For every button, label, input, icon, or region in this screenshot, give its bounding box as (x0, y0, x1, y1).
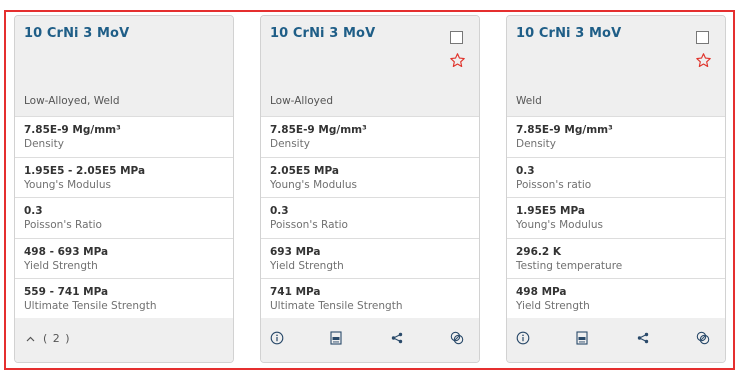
property-row: 498 MPa Yield Strength (507, 279, 725, 320)
property-label: Yield Strength (270, 259, 344, 272)
property-row: 0.3 Poisson's Ratio (261, 198, 479, 239)
property-value: 498 - 693 MPa (24, 245, 109, 258)
favorite-star-icon[interactable] (449, 52, 466, 69)
property-value: 7.85E-9 Mg/mm³ (516, 124, 613, 136)
material-card[interactable]: 10 CrNi 3 MoV Weld 7.85E-9 Mg/mm³ Densit… (506, 15, 726, 363)
property-value: 0.3 (270, 205, 289, 218)
card-header: 10 CrNi 3 MoV Low-Alloyed (261, 16, 479, 117)
property-label: Density (24, 138, 64, 150)
property-label: Yield Strength (24, 259, 98, 272)
card-footer: ( 2 ) (15, 318, 233, 362)
property-row: 2.05E5 MPa Young's Modulus (261, 158, 479, 199)
property-row: 693 MPa Yield Strength (261, 239, 479, 280)
variant-count: ( 2 ) (43, 332, 71, 345)
card-header: 10 CrNi 3 MoV Weld (507, 16, 725, 117)
property-value: 559 - 741 MPa (24, 286, 109, 299)
property-value: 7.85E-9 Mg/mm³ (24, 124, 121, 136)
property-value: 0.3 (516, 164, 535, 177)
property-row: 741 MPa Ultimate Tensile Strength (261, 279, 479, 320)
property-row: 1.95E5 - 2.05E5 MPa Young's Modulus (15, 158, 233, 199)
material-card[interactable]: 10 CrNi 3 MoV Low-Alloyed, Weld 7.85E-9 … (14, 15, 234, 363)
property-label: Poisson's Ratio (270, 219, 348, 232)
property-row: 7.85E-9 Mg/mm³ Density (261, 117, 479, 158)
card-title[interactable]: 10 CrNi 3 MoV (24, 26, 129, 41)
property-label: Density (516, 138, 556, 150)
property-row: 559 - 741 MPa Ultimate Tensile Strength (15, 279, 233, 320)
property-label: Poisson's Ratio (24, 219, 102, 232)
card-footer (507, 318, 725, 362)
property-value: 7.85E-9 Mg/mm³ (270, 124, 367, 136)
property-value: 741 MPa (270, 286, 321, 299)
chevron-up-icon (26, 334, 35, 345)
property-value: 693 MPa (270, 245, 321, 258)
property-label: Density (270, 138, 310, 150)
property-label: Young's Modulus (516, 219, 603, 232)
card-title[interactable]: 10 CrNi 3 MoV (270, 26, 375, 41)
compare-checkbox[interactable] (450, 31, 463, 44)
property-row: 0.3 Poisson's ratio (507, 158, 725, 199)
card-subtitle: Low-Alloyed (270, 95, 334, 107)
expand-variants-toggle[interactable]: ( 2 ) (26, 332, 71, 345)
property-label: Young's Modulus (270, 178, 357, 191)
property-label: Ultimate Tensile Strength (24, 300, 157, 313)
property-value: 296.2 K (516, 245, 562, 258)
property-label: Poisson's ratio (516, 178, 592, 191)
property-row: 1.95E5 MPa Young's Modulus (507, 198, 725, 239)
property-row: 7.85E-9 Mg/mm³ Density (507, 117, 725, 158)
favorite-star-icon[interactable] (695, 52, 712, 69)
property-row: 498 - 693 MPa Yield Strength (15, 239, 233, 280)
card-footer (261, 318, 479, 362)
material-card[interactable]: 10 CrNi 3 MoV Low-Alloyed 7.85E-9 Mg/mm³… (260, 15, 480, 363)
card-title[interactable]: 10 CrNi 3 MoV (516, 26, 621, 41)
property-value: 2.05E5 MPa (270, 164, 339, 177)
pdf-icon[interactable] (575, 331, 589, 345)
info-icon[interactable] (516, 331, 530, 345)
property-list: 7.85E-9 Mg/mm³ Density 2.05E5 MPa Young'… (261, 117, 479, 320)
property-list: 7.85E-9 Mg/mm³ Density 0.3 Poisson's rat… (507, 117, 725, 320)
property-label: Yield Strength (516, 300, 590, 313)
compare-icon[interactable] (696, 331, 710, 345)
share-icon[interactable] (390, 331, 404, 345)
property-value: 498 MPa (516, 286, 567, 299)
info-icon[interactable] (270, 331, 284, 345)
card-subtitle: Low-Alloyed, Weld (24, 95, 120, 107)
property-label: Testing temperature (516, 259, 623, 272)
property-row: 7.85E-9 Mg/mm³ Density (15, 117, 233, 158)
property-value: 1.95E5 MPa (516, 205, 585, 218)
property-label: Young's Modulus (24, 178, 111, 191)
pdf-icon[interactable] (329, 331, 343, 345)
property-row: 296.2 K Testing temperature (507, 239, 725, 280)
compare-icon[interactable] (450, 331, 464, 345)
share-icon[interactable] (636, 331, 650, 345)
property-value: 1.95E5 - 2.05E5 MPa (24, 164, 146, 177)
card-subtitle: Weld (516, 95, 542, 107)
card-header: 10 CrNi 3 MoV Low-Alloyed, Weld (15, 16, 233, 117)
property-label: Ultimate Tensile Strength (270, 300, 403, 313)
property-list: 7.85E-9 Mg/mm³ Density 1.95E5 - 2.05E5 M… (15, 117, 233, 320)
property-row: 0.3 Poisson's Ratio (15, 198, 233, 239)
compare-checkbox[interactable] (696, 31, 709, 44)
property-value: 0.3 (24, 205, 43, 218)
